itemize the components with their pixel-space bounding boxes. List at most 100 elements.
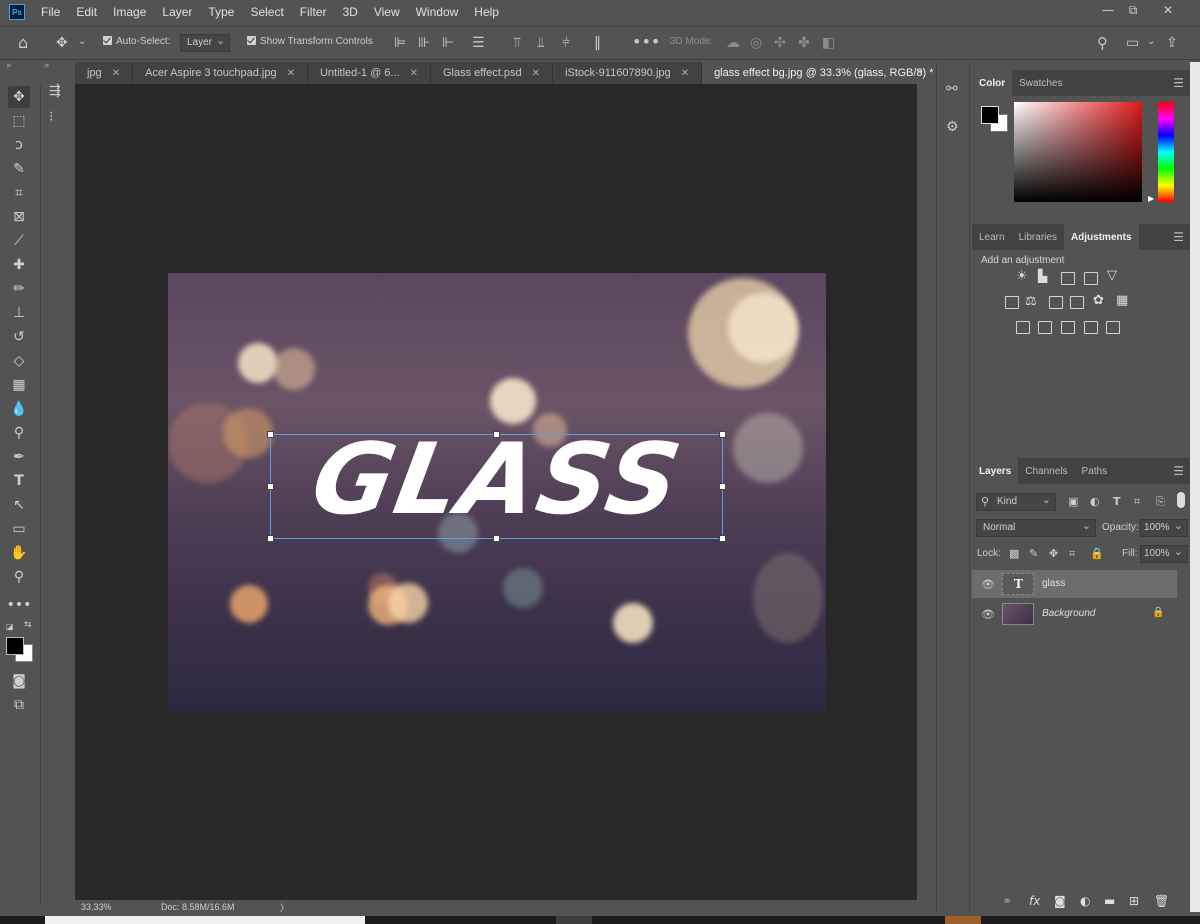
marquee-tool-icon[interactable]: ⬚ [8, 110, 30, 132]
layer-name[interactable]: glass [1042, 578, 1065, 589]
lock-pixels-icon[interactable]: ✎ [1029, 547, 1038, 560]
blur-tool-icon[interactable]: 💧 [8, 398, 30, 420]
eye-icon[interactable]: 👁 [981, 578, 995, 591]
hue-slider[interactable] [1158, 102, 1174, 202]
lock-artboard-icon[interactable]: ⌗ [1069, 547, 1075, 561]
stamp-tool-icon[interactable]: ⊥ [8, 302, 30, 324]
share-icon[interactable]: ⇪ [1166, 36, 1178, 50]
tab-libraries[interactable]: Libraries [1012, 224, 1064, 250]
exposure-icon[interactable] [1084, 272, 1098, 285]
transform-handle[interactable] [493, 431, 500, 438]
zoom-tool-icon[interactable]: ⚲ [8, 566, 30, 588]
3d-slide-icon[interactable]: ✤ [798, 36, 810, 50]
layer-name[interactable]: Background [1042, 608, 1095, 619]
close-icon[interactable]: ✕ [681, 68, 689, 79]
transform-handle[interactable] [267, 483, 274, 490]
align-middle-icon[interactable]: ⫫ [537, 36, 545, 50]
color-lookup-icon[interactable]: ▦ [1116, 293, 1128, 308]
align-top-icon[interactable]: ⫪ [513, 36, 521, 50]
zoom-level[interactable]: 33.33% [81, 902, 112, 912]
menu-view[interactable]: View [366, 0, 408, 24]
adjustment-icon[interactable]: ◐ [1080, 894, 1090, 908]
eye-icon[interactable]: 👁 [981, 608, 995, 621]
move-tool-icon[interactable]: ✥ [56, 36, 68, 50]
transform-bounding-box[interactable] [267, 431, 726, 542]
tab-doc-5[interactable]: iStock-911607890.jpg ✕ [553, 62, 703, 84]
selective-color-icon[interactable] [1084, 321, 1098, 334]
transform-handle[interactable] [267, 431, 274, 438]
align-left-icon[interactable]: ⊫ [394, 36, 406, 50]
lock-all-icon[interactable]: 🔒 [1090, 547, 1104, 560]
menu-window[interactable]: Window [408, 0, 467, 24]
lock-transparent-icon[interactable]: ▩ [1009, 547, 1019, 560]
filter-adjustment-icon[interactable]: ◐ [1090, 495, 1100, 508]
opacity-input[interactable]: 100% [1140, 519, 1188, 537]
menu-image[interactable]: Image [105, 0, 154, 24]
workspace-icon[interactable]: ▭ [1126, 36, 1139, 50]
menu-select[interactable]: Select [242, 0, 291, 24]
swap-colors-icon[interactable]: ⇆ [24, 620, 32, 630]
collapse-arrows-icon[interactable]: » [6, 61, 12, 71]
transform-handle[interactable] [493, 535, 500, 542]
tab-paths[interactable]: Paths [1075, 458, 1115, 484]
screen-mode-icon[interactable]: ⧉ [8, 694, 30, 716]
default-colors-icon[interactable]: ◪ [6, 622, 14, 631]
panel-menu-icon[interactable]: ☰ [1173, 464, 1184, 478]
auto-select-checkbox[interactable]: Auto-Select: [103, 36, 170, 47]
link-icon[interactable]: ⚭ [1002, 894, 1012, 908]
properties-icon[interactable]: ⇶ [49, 84, 61, 98]
photo-filter-icon[interactable] [1070, 296, 1084, 309]
more-options-icon[interactable]: ••• [632, 34, 660, 50]
channel-mixer-icon[interactable]: ✿ [1093, 293, 1104, 308]
crop-tool-icon[interactable]: ⌗ [8, 182, 30, 204]
tab-channels[interactable]: Channels [1018, 458, 1074, 484]
menu-filter[interactable]: Filter [292, 0, 335, 24]
layer-dropdown[interactable]: Layer [180, 34, 230, 52]
quick-select-tool-icon[interactable]: ✎ [8, 158, 30, 180]
path-select-tool-icon[interactable]: ↖ [8, 494, 30, 516]
posterize-icon[interactable] [1038, 321, 1052, 334]
levels-icon[interactable]: ▙ [1038, 269, 1047, 283]
transform-handle[interactable] [719, 431, 726, 438]
tab-doc-4[interactable]: Glass effect.psd ✕ [431, 62, 554, 84]
layer-row-background[interactable]: 👁 Background 🔒 [972, 600, 1177, 628]
distribute-vertical-icon[interactable]: ‖ [594, 36, 601, 50]
tab-doc-active[interactable]: glass effect bg.jpg @ 33.3% (glass, RGB/… [702, 62, 965, 84]
brightness-icon[interactable]: ☀ [1016, 269, 1028, 284]
close-icon[interactable]: ✕ [112, 68, 120, 79]
brush-tool-icon[interactable]: ✏ [8, 278, 30, 300]
transform-handle[interactable] [719, 483, 726, 490]
tab-doc-1[interactable]: jpg ✕ [75, 62, 134, 84]
hue-saturation-icon[interactable] [1005, 296, 1019, 309]
foreground-color-swatch[interactable] [981, 106, 999, 124]
move-tool-icon[interactable]: ✥ [8, 86, 30, 108]
chevron-down-icon[interactable]: ⌄ [1147, 35, 1155, 49]
history-brush-tool-icon[interactable]: ↺ [8, 326, 30, 348]
eyedropper-tool-icon[interactable]: ⟋ [8, 230, 30, 252]
tab-doc-3[interactable]: Untitled-1 @ 6... ✕ [308, 62, 431, 84]
type-tool-icon[interactable]: T [8, 470, 30, 492]
filter-pixel-icon[interactable]: ▣ [1068, 495, 1078, 508]
window-scrollbar[interactable] [1190, 62, 1200, 912]
3d-roll-icon[interactable]: ◎ [750, 36, 762, 50]
black-white-icon[interactable] [1049, 296, 1063, 309]
menu-help[interactable]: Help [466, 0, 507, 24]
fill-input[interactable]: 100% [1140, 545, 1188, 563]
show-transform-checkbox[interactable]: Show Transform Controls [247, 36, 373, 47]
gradient-map-icon[interactable] [1106, 321, 1120, 334]
collapse-arrows-icon[interactable]: » [44, 61, 50, 71]
tab-learn[interactable]: Learn [972, 224, 1012, 250]
menu-3d[interactable]: 3D [334, 0, 365, 24]
status-menu-arrow-icon[interactable]: 〉 [280, 901, 289, 914]
chevron-down-icon[interactable]: ⌄ [78, 35, 86, 49]
threshold-icon[interactable] [1061, 321, 1075, 334]
tab-adjustments[interactable]: Adjustments [1063, 224, 1139, 250]
gradient-tool-icon[interactable]: ▦ [8, 374, 30, 396]
rectangle-tool-icon[interactable]: ▭ [8, 518, 30, 540]
pen-tool-icon[interactable]: ✒ [8, 446, 30, 468]
align-bottom-icon[interactable]: ⫩ [562, 36, 570, 50]
healing-brush-tool-icon[interactable]: ✚ [8, 254, 30, 276]
close-icon[interactable]: ✕ [287, 68, 295, 79]
3d-camera-icon[interactable]: ◧ [822, 36, 835, 50]
vibrance-icon[interactable]: ▽ [1107, 268, 1117, 283]
